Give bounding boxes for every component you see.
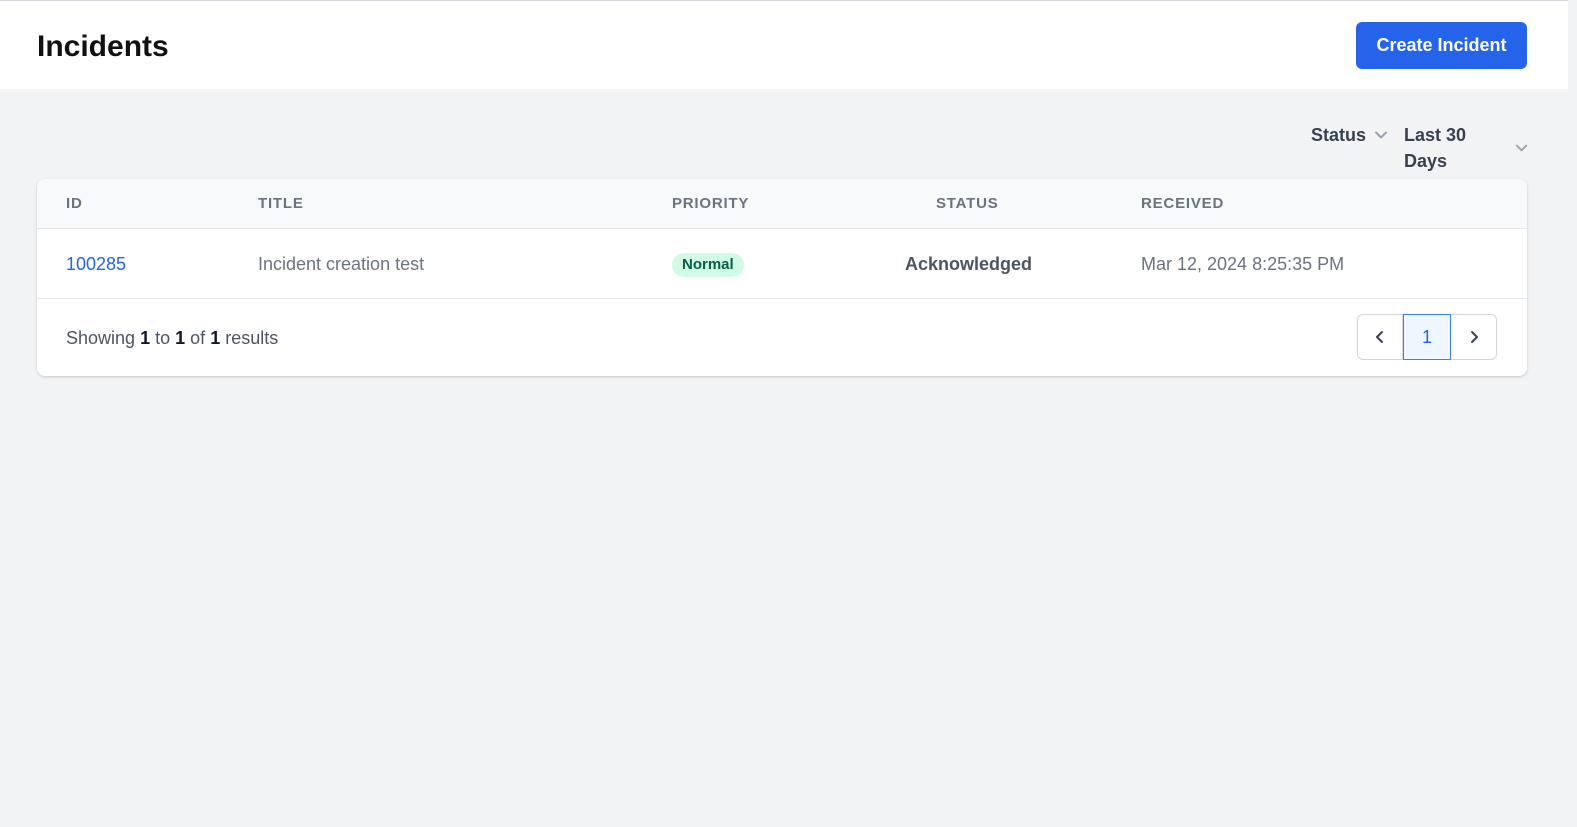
page-header: Incidents Create Incident — [0, 1, 1568, 89]
table-footer: Showing 1 to 1 of 1 results 1 — [37, 299, 1527, 376]
status-filter-dropdown[interactable]: Status — [1311, 122, 1388, 148]
results-to: 1 — [175, 328, 186, 348]
chevron-down-icon — [1515, 144, 1528, 152]
priority-badge: Normal — [672, 253, 744, 277]
create-incident-button[interactable]: Create Incident — [1356, 22, 1527, 69]
page-title: Incidents — [37, 30, 169, 63]
incident-status: Acknowledged — [905, 254, 1033, 274]
incident-title: Incident creation test — [258, 254, 425, 274]
chevron-left-icon — [1376, 331, 1383, 343]
chevron-down-icon — [1375, 131, 1388, 139]
results-from: 1 — [140, 328, 151, 348]
chevron-right-icon — [1470, 331, 1478, 343]
next-page-button[interactable] — [1451, 315, 1496, 359]
column-header-title: TITLE — [258, 195, 304, 212]
incident-id-link[interactable]: 100285 — [66, 253, 126, 275]
table-row[interactable]: 100285 Incident creation test Normal Ack… — [37, 229, 1527, 299]
page-button-current[interactable]: 1 — [1403, 314, 1451, 360]
column-header-id: ID — [66, 195, 83, 212]
showing-prefix: Showing — [66, 328, 136, 348]
filter-bar: Status Last 30 Days — [1300, 122, 1528, 171]
status-filter-label: Status — [1311, 125, 1367, 145]
pagination: 1 — [1357, 314, 1497, 360]
results-word: results — [225, 328, 279, 348]
column-header-received: RECEIVED — [1141, 195, 1225, 212]
column-header-status: STATUS — [936, 195, 999, 212]
to-word: to — [155, 328, 171, 348]
of-word: of — [190, 328, 206, 348]
incident-received: Mar 12, 2024 8:25:35 PM — [1141, 254, 1345, 274]
column-header-priority: PRIORITY — [672, 195, 750, 212]
incidents-table-card: ID TITLE PRIORITY STATUS RECEIVED 100285… — [37, 179, 1527, 376]
previous-page-button[interactable] — [1358, 315, 1403, 359]
results-total: 1 — [210, 328, 221, 348]
results-summary: Showing 1 to 1 of 1 results — [66, 327, 278, 349]
date-range-dropdown[interactable]: Last 30 Days — [1404, 122, 1528, 174]
date-range-label: Last 30 Days — [1404, 125, 1467, 171]
table-header: ID TITLE PRIORITY STATUS RECEIVED — [37, 179, 1527, 229]
